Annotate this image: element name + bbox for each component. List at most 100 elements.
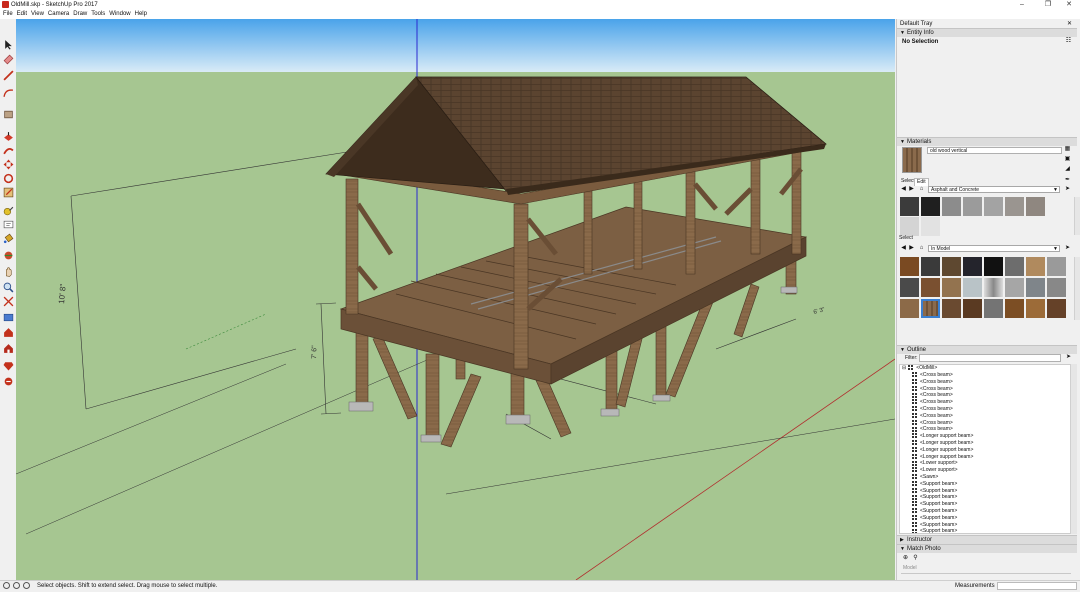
material-swatch-selected[interactable]	[921, 299, 940, 318]
orbit-tool-icon[interactable]	[2, 249, 14, 261]
zoom-window-tool-icon[interactable]	[2, 295, 14, 307]
layout-tool-icon[interactable]	[2, 375, 14, 387]
tray-close-icon[interactable]: ✕	[1067, 20, 1072, 27]
details-arrow-icon[interactable]: ➤	[1064, 245, 1071, 252]
push-pull-tool-icon[interactable]	[2, 130, 14, 142]
material-swatch[interactable]	[942, 197, 961, 216]
move-tool-icon[interactable]	[2, 158, 14, 170]
material-collection-dropdown[interactable]: Asphalt and Concrete ▼	[928, 186, 1060, 193]
outline-root[interactable]: ⊟ <OldMill>	[902, 365, 937, 372]
material-swatch[interactable]	[1047, 257, 1066, 276]
menu-tools[interactable]: Tools	[89, 10, 107, 19]
model-materials-scrollbar[interactable]	[1074, 257, 1080, 320]
material-swatch[interactable]	[900, 278, 919, 297]
material-swatch[interactable]	[1026, 197, 1045, 216]
sketchup-app-icon[interactable]	[2, 1, 9, 8]
material-swatch[interactable]	[1005, 299, 1024, 318]
materials-header[interactable]: ▼ Materials	[897, 137, 1077, 146]
zoom-tool-icon[interactable]	[2, 281, 14, 293]
material-swatch[interactable]	[984, 257, 1003, 276]
material-swatch[interactable]	[984, 299, 1003, 318]
material-swatch[interactable]	[1026, 257, 1045, 276]
minimize-icon[interactable]: –	[1011, 0, 1033, 10]
add-photo-icon[interactable]: ⊕	[902, 555, 909, 562]
scale-tool-icon[interactable]	[2, 186, 14, 198]
material-swatch[interactable]	[963, 197, 982, 216]
default-material-icon[interactable]: ◢	[1064, 166, 1071, 173]
arc-tool-icon[interactable]	[2, 87, 14, 99]
material-swatch[interactable]	[1005, 257, 1024, 276]
material-swatch[interactable]	[963, 299, 982, 318]
pan-tool-icon[interactable]	[2, 265, 14, 277]
create-material-icon[interactable]: ▣	[1064, 156, 1071, 163]
material-swatch[interactable]	[963, 278, 982, 297]
material-swatch[interactable]	[984, 278, 1003, 297]
menu-help[interactable]: Help	[133, 10, 149, 19]
extension-warehouse-tool-icon[interactable]	[2, 342, 14, 354]
display-secondary-pane-icon[interactable]: ▦	[1064, 146, 1071, 153]
material-swatch[interactable]	[1047, 299, 1066, 318]
material-swatch[interactable]	[984, 197, 1003, 216]
material-swatch[interactable]	[942, 299, 961, 318]
search-icon[interactable]: ⚲	[912, 555, 919, 562]
material-swatch[interactable]	[1005, 197, 1024, 216]
material-swatch[interactable]	[1026, 299, 1045, 318]
material-swatch[interactable]	[1026, 278, 1045, 297]
material-name-field[interactable]: old wood vertical	[927, 147, 1062, 154]
details-arrow-icon[interactable]: ➤	[1064, 186, 1071, 193]
home-icon[interactable]: ⌂	[918, 186, 925, 193]
material-swatch[interactable]	[900, 257, 919, 276]
material-swatch[interactable]	[921, 257, 940, 276]
maximize-icon[interactable]: ❐	[1037, 0, 1059, 10]
sample-paint-icon[interactable]: ✒	[1064, 177, 1071, 184]
material-swatch[interactable]	[900, 299, 919, 318]
line-tool-icon[interactable]	[2, 69, 14, 81]
material-swatch[interactable]	[1005, 278, 1024, 297]
outline-details-arrow-icon[interactable]: ➤	[1065, 354, 1072, 361]
warehouse-tool-icon[interactable]	[2, 326, 14, 338]
model-collection-dropdown[interactable]: In Model ▼	[928, 245, 1060, 252]
select-tool-icon[interactable]	[2, 38, 14, 50]
material-swatch[interactable]	[900, 217, 919, 236]
material-swatch[interactable]	[942, 278, 961, 297]
material-swatch[interactable]	[921, 197, 940, 216]
home-icon[interactable]: ⌂	[918, 245, 925, 252]
eraser-tool-icon[interactable]	[2, 53, 14, 65]
instructor-header[interactable]: ▶ Instructor	[897, 535, 1077, 544]
ruby-tool-icon[interactable]	[2, 359, 14, 371]
forward-arrow-icon[interactable]: ▶	[908, 186, 915, 193]
credits-icon[interactable]	[23, 582, 30, 589]
outline-item[interactable]: <Support beam>	[912, 528, 957, 533]
rotate-tool-icon[interactable]	[2, 172, 14, 184]
paint-bucket-tool-icon[interactable]	[2, 232, 14, 244]
menu-file[interactable]: File	[1, 10, 15, 19]
material-swatch[interactable]	[963, 257, 982, 276]
material-swatch[interactable]	[900, 197, 919, 216]
material-swatch[interactable]	[921, 278, 940, 297]
collection-scrollbar[interactable]	[1074, 197, 1080, 235]
outline-tree[interactable]: ⊟ <OldMill> <Cross beam> <Cross beam> <Cros…	[899, 364, 1071, 534]
follow-me-tool-icon[interactable]	[2, 144, 14, 156]
forward-arrow-icon[interactable]: ▶	[908, 245, 915, 252]
material-swatch[interactable]	[1047, 278, 1066, 297]
menu-window[interactable]: Window	[107, 10, 132, 19]
outline-header[interactable]: ▼ Outline	[897, 345, 1077, 354]
geo-location-icon[interactable]	[13, 582, 20, 589]
material-swatch[interactable]	[942, 257, 961, 276]
match-photo-header[interactable]: ▼ Match Photo	[897, 544, 1077, 553]
back-arrow-icon[interactable]: ◀	[900, 186, 907, 193]
tape-measure-tool-icon[interactable]	[2, 204, 14, 216]
zoom-extents-tool-icon[interactable]	[2, 311, 14, 323]
rectangle-tool-icon[interactable]	[2, 108, 14, 120]
menu-camera[interactable]: Camera	[46, 10, 71, 19]
tab-edit[interactable]: Edit	[914, 178, 929, 186]
back-arrow-icon[interactable]: ◀	[900, 245, 907, 252]
drawing-viewport[interactable]: 10' 8" 7' 6" 6' 3"	[16, 19, 895, 580]
menu-draw[interactable]: Draw	[71, 10, 89, 19]
entity-info-header[interactable]: ▼ Entity Info	[897, 28, 1077, 37]
menu-edit[interactable]: Edit	[15, 10, 29, 19]
entity-info-toggle-icon[interactable]: ☷	[1065, 38, 1072, 45]
close-icon[interactable]: ✕	[1058, 0, 1080, 10]
info-icon[interactable]	[3, 582, 10, 589]
measurements-input[interactable]	[997, 582, 1077, 590]
